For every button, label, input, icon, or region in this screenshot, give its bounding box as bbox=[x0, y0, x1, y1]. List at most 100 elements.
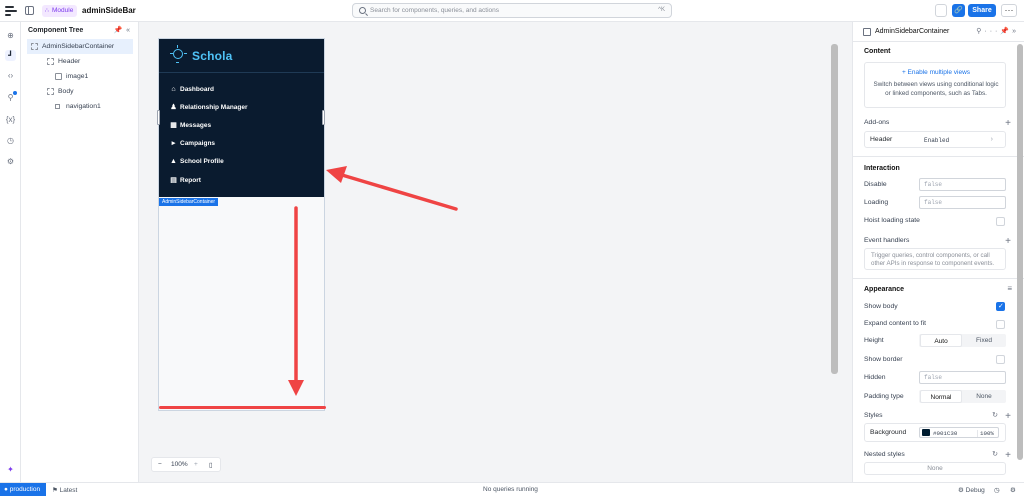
resize-handle-right[interactable] bbox=[322, 110, 325, 125]
inspector-scrollbar[interactable] bbox=[1017, 44, 1023, 460]
nav-item-report[interactable]: ▤ Report bbox=[170, 174, 201, 188]
addon-header-row[interactable]: Header Enabled › bbox=[864, 131, 1006, 148]
add-nested-style-icon[interactable]: + bbox=[1005, 451, 1011, 461]
code-icon[interactable]: ‹› bbox=[5, 70, 16, 81]
tree-item-label: navigation1 bbox=[66, 103, 101, 110]
nav-item-messages[interactable]: ▦ Messages bbox=[170, 119, 211, 133]
editor-canvas[interactable]: Schola ⌂ Dashboard ♟ Relationship Manager … bbox=[139, 22, 852, 482]
collapse-icon[interactable]: « bbox=[126, 27, 130, 34]
show-border-checkbox[interactable] bbox=[996, 355, 1005, 364]
history-icon[interactable]: ◷ bbox=[994, 486, 1000, 494]
retool-logo-icon[interactable] bbox=[5, 5, 17, 17]
resize-handle-left[interactable] bbox=[157, 110, 160, 125]
pin-icon[interactable]: 📌 bbox=[113, 27, 122, 34]
add-style-icon[interactable]: + bbox=[1005, 412, 1011, 422]
history-icon[interactable]: ◷ bbox=[5, 135, 16, 146]
background-color-input[interactable]: #001C30 100% bbox=[919, 427, 999, 438]
background-hex[interactable]: #001C30 bbox=[933, 430, 957, 437]
logo-ray bbox=[184, 53, 187, 54]
tree-item-label: AdminSidebarContainer bbox=[42, 43, 115, 50]
branch-tag[interactable]: ⚑ Latest bbox=[52, 486, 77, 494]
nav-item-relationship-manager[interactable]: ♟ Relationship Manager bbox=[170, 101, 247, 115]
padding-toggle[interactable]: Normal None bbox=[919, 390, 1006, 403]
report-icon: ▤ bbox=[170, 177, 177, 184]
nested-styles-none[interactable]: None bbox=[864, 462, 1006, 475]
search-input[interactable]: Search for components, queries, and acti… bbox=[352, 3, 672, 18]
bug-icon: ⚙ bbox=[958, 487, 964, 494]
hoist-loading-checkbox[interactable] bbox=[996, 217, 1005, 226]
add-event-handler-icon[interactable]: + bbox=[1005, 237, 1011, 247]
add-component-icon[interactable]: ⊕ bbox=[5, 30, 16, 41]
nav-item-school-profile[interactable]: ▲ School Profile bbox=[170, 155, 224, 169]
environment-badge[interactable]: ● production bbox=[0, 483, 46, 496]
logo-text: Schola bbox=[192, 49, 233, 63]
zoom-out-button[interactable]: − bbox=[158, 461, 162, 468]
divider bbox=[853, 278, 1024, 279]
inspector-title[interactable]: AdminSidebarContainer bbox=[875, 28, 949, 35]
debug-button[interactable]: ⚙ Debug bbox=[958, 486, 985, 494]
height-auto-option[interactable]: Auto bbox=[920, 334, 962, 347]
search-icon bbox=[359, 7, 366, 14]
tree-item-navigation1[interactable]: navigation1 bbox=[27, 99, 133, 114]
zoom-level[interactable]: 100% bbox=[171, 461, 188, 468]
navigation-icon bbox=[55, 103, 62, 110]
frame-icon bbox=[47, 57, 54, 65]
settings-icon[interactable]: ⚙ bbox=[5, 156, 16, 167]
link-icon[interactable]: 🔗 bbox=[952, 4, 965, 17]
canvas-scrollbar[interactable] bbox=[831, 44, 838, 374]
more-button[interactable]: ··· bbox=[1001, 4, 1017, 17]
component-tree-icon[interactable]: ┛ bbox=[5, 50, 16, 61]
tree-item-body[interactable]: Body bbox=[27, 84, 133, 99]
background-opacity[interactable]: 100% bbox=[977, 430, 994, 437]
loading-input[interactable]: false bbox=[919, 196, 1006, 209]
component-label[interactable]: AdminSidebarContainer bbox=[159, 198, 219, 206]
color-swatch[interactable] bbox=[922, 429, 930, 436]
divider bbox=[159, 72, 324, 73]
interaction-section-title: Interaction bbox=[864, 165, 900, 172]
app-name[interactable]: adminSideBar bbox=[82, 5, 136, 17]
show-body-checkbox[interactable] bbox=[996, 302, 1005, 311]
reset-icon[interactable]: ↻ bbox=[992, 411, 998, 419]
inspector-header: AdminSidebarContainer ⚲···📌» bbox=[853, 22, 1024, 42]
expand-icon[interactable]: » bbox=[1012, 28, 1019, 35]
nav-item-campaigns[interactable]: ▸ Campaigns bbox=[170, 137, 215, 151]
content-section-title: Content bbox=[864, 48, 891, 55]
assist-icon[interactable]: ✦ bbox=[5, 464, 16, 475]
height-fixed-option[interactable]: Fixed bbox=[963, 334, 1005, 347]
toggle-panel-icon[interactable] bbox=[25, 6, 34, 15]
share-button[interactable]: Share bbox=[968, 4, 996, 17]
admin-sidebar-container[interactable]: Schola ⌂ Dashboard ♟ Relationship Manager … bbox=[157, 39, 325, 197]
show-border-label: Show border bbox=[864, 356, 903, 363]
sliders-icon[interactable]: ≡ bbox=[1007, 284, 1012, 293]
tree-item-header[interactable]: Header bbox=[27, 54, 133, 69]
settings-icon[interactable]: ⚙ bbox=[1010, 486, 1016, 494]
nav-item-dashboard[interactable]: ⌂ Dashboard bbox=[170, 83, 214, 97]
tree-item-admin-sidebar-container[interactable]: AdminSidebarContainer bbox=[27, 39, 133, 54]
reset-icon[interactable]: ↻ bbox=[992, 450, 998, 458]
variables-icon[interactable]: {x} bbox=[5, 114, 16, 125]
height-toggle[interactable]: Auto Fixed bbox=[919, 334, 1006, 347]
padding-none-option[interactable]: None bbox=[963, 390, 1005, 403]
module-frame[interactable]: Schola ⌂ Dashboard ♟ Relationship Manager … bbox=[157, 38, 326, 411]
hidden-input[interactable]: false bbox=[919, 371, 1006, 384]
annotation-line bbox=[159, 406, 326, 409]
tree-title: Component Tree bbox=[28, 27, 84, 34]
preview-button[interactable] bbox=[935, 4, 947, 17]
disable-input[interactable]: false bbox=[919, 178, 1006, 191]
padding-normal-option[interactable]: Normal bbox=[920, 390, 962, 403]
more-icon[interactable]: ··· bbox=[984, 28, 1000, 35]
pin-icon[interactable]: 📌 bbox=[1000, 28, 1012, 35]
component-tree-panel: Component Tree 📌 « AdminSidebarContainer… bbox=[21, 22, 139, 482]
enable-multiple-views-link[interactable]: + Enable multiple views bbox=[865, 69, 1007, 76]
school-icon: ▲ bbox=[170, 158, 177, 165]
expand-content-checkbox[interactable] bbox=[996, 320, 1005, 329]
zoom-in-button[interactable]: + bbox=[194, 461, 198, 468]
divider bbox=[853, 156, 1024, 157]
device-icon[interactable]: ▯ bbox=[209, 461, 213, 469]
add-addon-icon[interactable]: + bbox=[1005, 119, 1011, 129]
nested-styles-label: Nested styles bbox=[864, 451, 905, 458]
tree-item-image1[interactable]: image1 bbox=[27, 69, 133, 84]
padding-type-label: Padding type bbox=[864, 393, 904, 400]
search-code-icon[interactable]: ⚲ bbox=[5, 91, 17, 103]
zoom-control: − 100% + ▯ bbox=[151, 457, 221, 472]
